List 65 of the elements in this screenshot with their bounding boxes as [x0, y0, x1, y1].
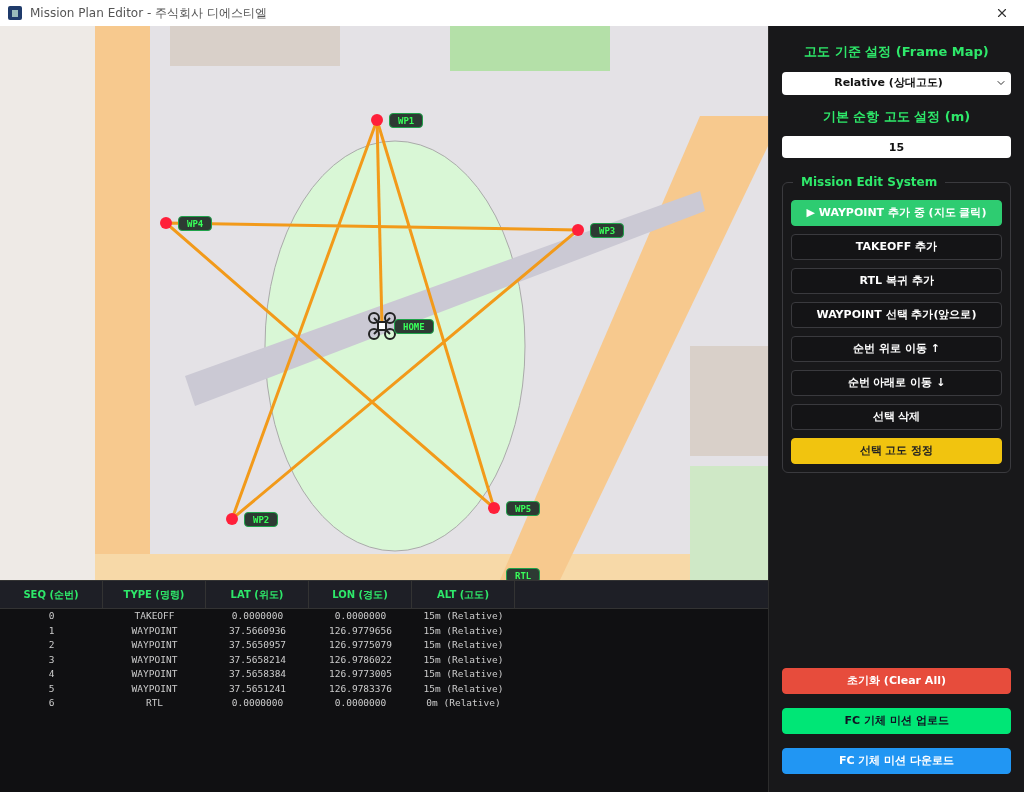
- marker-label: WP2: [244, 512, 279, 527]
- action-button[interactable]: 순번 위로 이동 ↑: [791, 336, 1002, 362]
- action-button[interactable]: 선택 삭제: [791, 404, 1002, 430]
- marker-label: RTL: [506, 568, 541, 580]
- column-header[interactable]: LAT (위도): [206, 581, 309, 608]
- table-cell-text: 126.9783376: [328, 681, 393, 696]
- action-button[interactable]: 선택 고도 정정: [791, 438, 1002, 464]
- table-cell-text: WAYPOINT: [130, 667, 179, 682]
- table-cell-text: RTL: [144, 696, 165, 711]
- altitude-input[interactable]: 15: [782, 136, 1011, 158]
- window-title: Mission Plan Editor - 주식회사 디에스티엘: [30, 5, 267, 22]
- column-header[interactable]: ALT (고도): [412, 581, 515, 608]
- marker-label: WP5: [506, 501, 541, 516]
- table-cell-text: 126.9779656: [328, 623, 393, 638]
- action-button[interactable]: 초기화 (Clear All): [782, 668, 1011, 694]
- table-cell-text: 37.5651241: [227, 681, 288, 696]
- action-button[interactable]: TAKEOFF 추가: [791, 234, 1002, 260]
- table-cell-text: 0.0000000: [230, 696, 285, 711]
- table-cell-text: 0.0000000: [230, 609, 285, 624]
- table-cell-text: 37.5658384: [227, 667, 288, 682]
- table-cell-text: 15m (Relative): [422, 623, 505, 638]
- group-title: Mission Edit System: [793, 173, 946, 191]
- table-cell-text: 0.0000000: [333, 609, 388, 624]
- table-cell-text: 1: [47, 623, 56, 638]
- marker-label: WP1: [389, 113, 424, 128]
- section-heading: 고도 기준 설정 (Frame Map): [803, 43, 990, 61]
- table-cell-text: 0: [47, 609, 56, 624]
- app-icon: [8, 6, 22, 20]
- close-icon: [995, 6, 1009, 20]
- table-cell-text: WAYPOINT: [130, 652, 179, 667]
- action-button[interactable]: WAYPOINT 선택 추가(앞으로): [791, 302, 1002, 328]
- table-cell-text: 126.9775079: [328, 638, 393, 653]
- table-cell-text: 6: [47, 696, 56, 711]
- table-cell-text: 4: [47, 667, 56, 682]
- table-cell-text: 5: [47, 681, 56, 696]
- table-cell-text: 37.5658214: [227, 652, 288, 667]
- table-cell-text: 37.5660936: [227, 623, 288, 638]
- table-cell-text: 126.9786022: [328, 652, 393, 667]
- section-heading: 기본 순항 고도 설정 (m): [821, 107, 972, 126]
- marker-label: WP4: [178, 216, 213, 231]
- table-cell-text: 37.5650957: [227, 638, 288, 653]
- table-cell-text: 0.0000000: [333, 696, 388, 711]
- column-header[interactable]: TYPE (명령): [103, 581, 206, 608]
- marker-label: WP3: [590, 223, 625, 238]
- action-button[interactable]: FC 기체 미션 업로드: [782, 708, 1011, 734]
- drone-icon[interactable]: [367, 311, 397, 341]
- table-cell-text: TAKEOFF: [133, 609, 176, 624]
- table-cell-text: 126.9773005: [328, 667, 393, 682]
- table-cell-text: 15m (Relative): [422, 667, 505, 682]
- marker-label: HOME: [394, 319, 434, 334]
- frame-select[interactable]: Relative (상대고도): [782, 71, 1011, 95]
- column-header[interactable]: LON (경도): [309, 581, 412, 608]
- table-cell-text: 15m (Relative): [422, 609, 505, 624]
- table-cell-text: 3: [47, 652, 56, 667]
- column-header[interactable]: SEQ (순번): [0, 581, 103, 608]
- table-cell-text: WAYPOINT: [130, 681, 179, 696]
- table-cell-text: 15m (Relative): [422, 638, 505, 653]
- action-button[interactable]: 순번 아래로 이동 ↓: [791, 370, 1002, 396]
- action-button[interactable]: RTL 복귀 추가: [791, 268, 1002, 294]
- table-cell-text: 0m (Relative): [425, 696, 502, 711]
- table-cell-text: WAYPOINT: [130, 623, 179, 638]
- table-cell-text: 15m (Relative): [422, 652, 505, 667]
- table-cell-text: 15m (Relative): [422, 681, 505, 696]
- table-cell-text: WAYPOINT: [130, 638, 179, 653]
- table-cell-text: 2: [47, 638, 56, 653]
